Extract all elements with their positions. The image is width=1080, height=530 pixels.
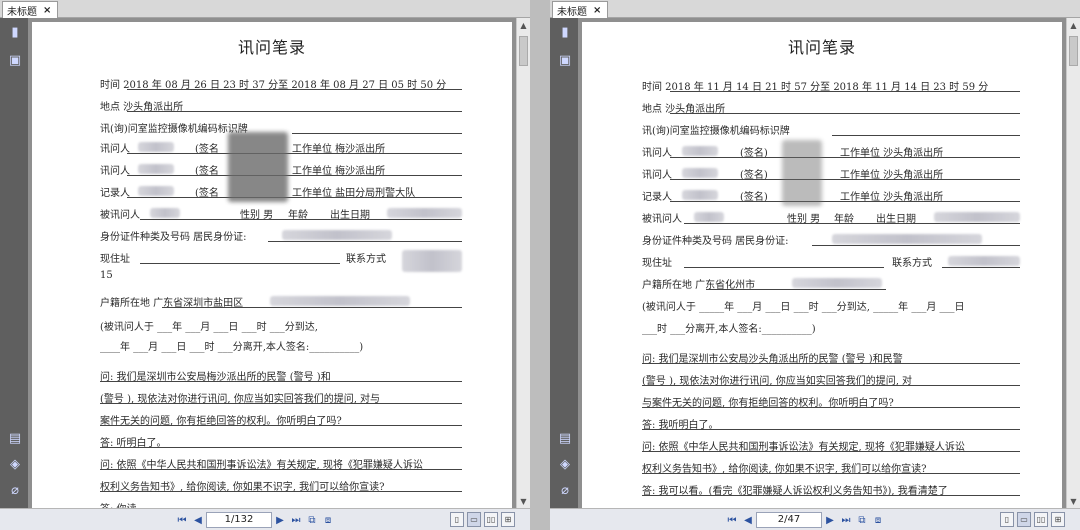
screen: 未标题 × ▮ ▣ ▤ ◈ ⌀ 讯问笔录 时间 2018 年 08 月 26 日…: [0, 0, 1080, 530]
camera-line: 讯(询)问室监控摄像机编码标识牌: [100, 124, 248, 135]
document-title: 讯问笔录: [787, 38, 856, 57]
two-page-icon[interactable]: ▯▯: [1034, 512, 1048, 527]
left-view-mode-buttons: ▯ ▭ ▯▯ ⊞: [450, 512, 515, 527]
scroll-down-icon[interactable]: ▼: [517, 494, 530, 508]
single-page-icon[interactable]: ▯: [1000, 512, 1014, 527]
right-status-bar: ⏮ ◀ 2/47 ▶ ⏭ ⧉ ⧈ ▯ ▭ ▯▯ ⊞: [550, 508, 1080, 530]
scroll-thumb[interactable]: [519, 36, 528, 66]
next-view-icon[interactable]: ⧈: [320, 512, 336, 528]
interrogator2-label: 讯问人: [100, 166, 130, 177]
arrival-line-2: ___时 ___分离开,本人签名:__________): [642, 324, 816, 335]
contact-label: 联系方式: [346, 254, 386, 265]
layers-icon[interactable]: ◈: [7, 456, 23, 472]
close-icon[interactable]: ×: [593, 5, 601, 16]
interrogator2-label: 讯问人: [642, 170, 672, 181]
subject-label: 被讯问人: [100, 210, 140, 221]
last-page-icon[interactable]: ⏭: [838, 512, 854, 528]
pane-divider[interactable]: [530, 0, 550, 530]
right-document-area[interactable]: 讯问笔录 时间 2018 年 11 月 14 日 21 时 57 分至 2018…: [578, 18, 1066, 508]
right-page: 讯问笔录 时间 2018 年 11 月 14 日 21 时 57 分至 2018…: [582, 22, 1062, 508]
id-line: 身份证件种类及号码 居民身份证:: [100, 232, 247, 243]
page-number-input[interactable]: 2/47: [756, 512, 822, 528]
left-tab-bar: 未标题 ×: [0, 0, 530, 18]
document-title: 讯问笔录: [237, 38, 306, 57]
left-document-tab[interactable]: 未标题 ×: [2, 1, 59, 18]
previous-page-icon[interactable]: ◀: [740, 512, 756, 528]
arrival-line-1: (被讯问人于 ___年 ___月 ___日 ___时 ___分到达,: [100, 322, 318, 333]
left-pdf-viewer: 未标题 × ▮ ▣ ▤ ◈ ⌀ 讯问笔录 时间 2018 年 08 月 26 日…: [0, 0, 530, 530]
right-view-mode-buttons: ▯ ▭ ▯▯ ⊞: [1000, 512, 1065, 527]
address-label: 现住址: [100, 254, 130, 265]
subject-label: 被讯问人: [642, 214, 682, 225]
split-view-icon[interactable]: ⊞: [1051, 512, 1065, 527]
recorder-label: 记录人: [100, 188, 130, 199]
continuous-page-icon[interactable]: ▭: [1017, 512, 1031, 527]
right-page-navigation: ⏮ ◀ 2/47 ▶ ⏭ ⧉ ⧈: [724, 512, 886, 528]
signature-redaction: [228, 132, 288, 202]
scroll-down-icon[interactable]: ▼: [1067, 494, 1080, 508]
answer-2: 答: 你读: [100, 500, 137, 508]
layers-icon[interactable]: ◈: [557, 456, 573, 472]
right-pdf-viewer: 未标题 × ▮ ▣ ▤ ◈ ⌀ 讯问笔录 时间 2018 年 11 月 14 日…: [550, 0, 1080, 530]
scroll-up-icon[interactable]: ▲: [1067, 18, 1080, 32]
scroll-up-icon[interactable]: ▲: [517, 18, 530, 32]
split-view-icon[interactable]: ⊞: [501, 512, 515, 527]
page-thumbnail-icon[interactable]: ▣: [557, 52, 573, 68]
right-document-tab[interactable]: 未标题 ×: [552, 1, 609, 18]
left-vertical-scrollbar[interactable]: ▲ ▼: [516, 18, 530, 508]
address-label: 现住址: [642, 258, 672, 269]
recorder-label: 记录人: [642, 192, 672, 203]
attachment-icon[interactable]: ⌀: [7, 482, 23, 498]
previous-view-icon[interactable]: ⧉: [854, 512, 870, 528]
last-page-icon[interactable]: ⏭: [288, 512, 304, 528]
scroll-thumb[interactable]: [1069, 36, 1078, 66]
arrival-line-2: ____年 ___月 ___日 ___时 ___分离开,本人签名:_______…: [100, 342, 364, 353]
comment-icon[interactable]: ▤: [557, 430, 573, 446]
interrogator1-label: 讯问人: [642, 148, 672, 159]
right-side-toolbar: ▮ ▣ ▤ ◈ ⌀: [550, 18, 578, 508]
contact-label: 联系方式: [892, 258, 932, 269]
left-side-toolbar: ▮ ▣ ▤ ◈ ⌀: [0, 18, 28, 508]
page-number-input[interactable]: 1/132: [206, 512, 272, 528]
camera-line: 讯(询)问室监控摄像机编码标识牌: [642, 126, 790, 137]
id-line: 身份证件种类及号码 居民身份证:: [642, 236, 789, 247]
right-tab-bar: 未标题 ×: [550, 0, 1080, 18]
comment-icon[interactable]: ▤: [7, 430, 23, 446]
left-page-navigation: ⏮ ◀ 1/132 ▶ ⏭ ⧉ ⧈: [174, 512, 336, 528]
left-status-bar: ⏮ ◀ 1/132 ▶ ⏭ ⧉ ⧈ ▯ ▭ ▯▯ ⊞: [0, 508, 530, 530]
left-page: 讯问笔录 时间 2018 年 08 月 26 日 23 时 37 分至 2018…: [32, 22, 512, 508]
next-page-icon[interactable]: ▶: [822, 512, 838, 528]
two-page-icon[interactable]: ▯▯: [484, 512, 498, 527]
left-document-area[interactable]: 讯问笔录 时间 2018 年 08 月 26 日 23 时 37 分至 2018…: [28, 18, 516, 508]
first-page-icon[interactable]: ⏮: [174, 512, 190, 528]
continuous-page-icon[interactable]: ▭: [467, 512, 481, 527]
previous-view-icon[interactable]: ⧉: [304, 512, 320, 528]
arrival-line-1: (被讯问人于 _____年 ___月 ___日 ___时 ___分到达, ___…: [642, 302, 965, 313]
right-tab-title: 未标题: [557, 7, 587, 18]
close-icon[interactable]: ×: [43, 5, 51, 16]
left-tab-title: 未标题: [7, 7, 37, 18]
interrogator1-label: 讯问人: [100, 144, 130, 155]
number-line: 15: [100, 270, 113, 281]
previous-page-icon[interactable]: ◀: [190, 512, 206, 528]
single-page-icon[interactable]: ▯: [450, 512, 464, 527]
next-page-icon[interactable]: ▶: [272, 512, 288, 528]
bookmark-icon[interactable]: ▮: [7, 24, 23, 40]
page-thumbnail-icon[interactable]: ▣: [7, 52, 23, 68]
right-vertical-scrollbar[interactable]: ▲ ▼: [1066, 18, 1080, 508]
signature-redaction: [782, 140, 822, 206]
bookmark-icon[interactable]: ▮: [557, 24, 573, 40]
attachment-icon[interactable]: ⌀: [557, 482, 573, 498]
first-page-icon[interactable]: ⏮: [724, 512, 740, 528]
next-view-icon[interactable]: ⧈: [870, 512, 886, 528]
